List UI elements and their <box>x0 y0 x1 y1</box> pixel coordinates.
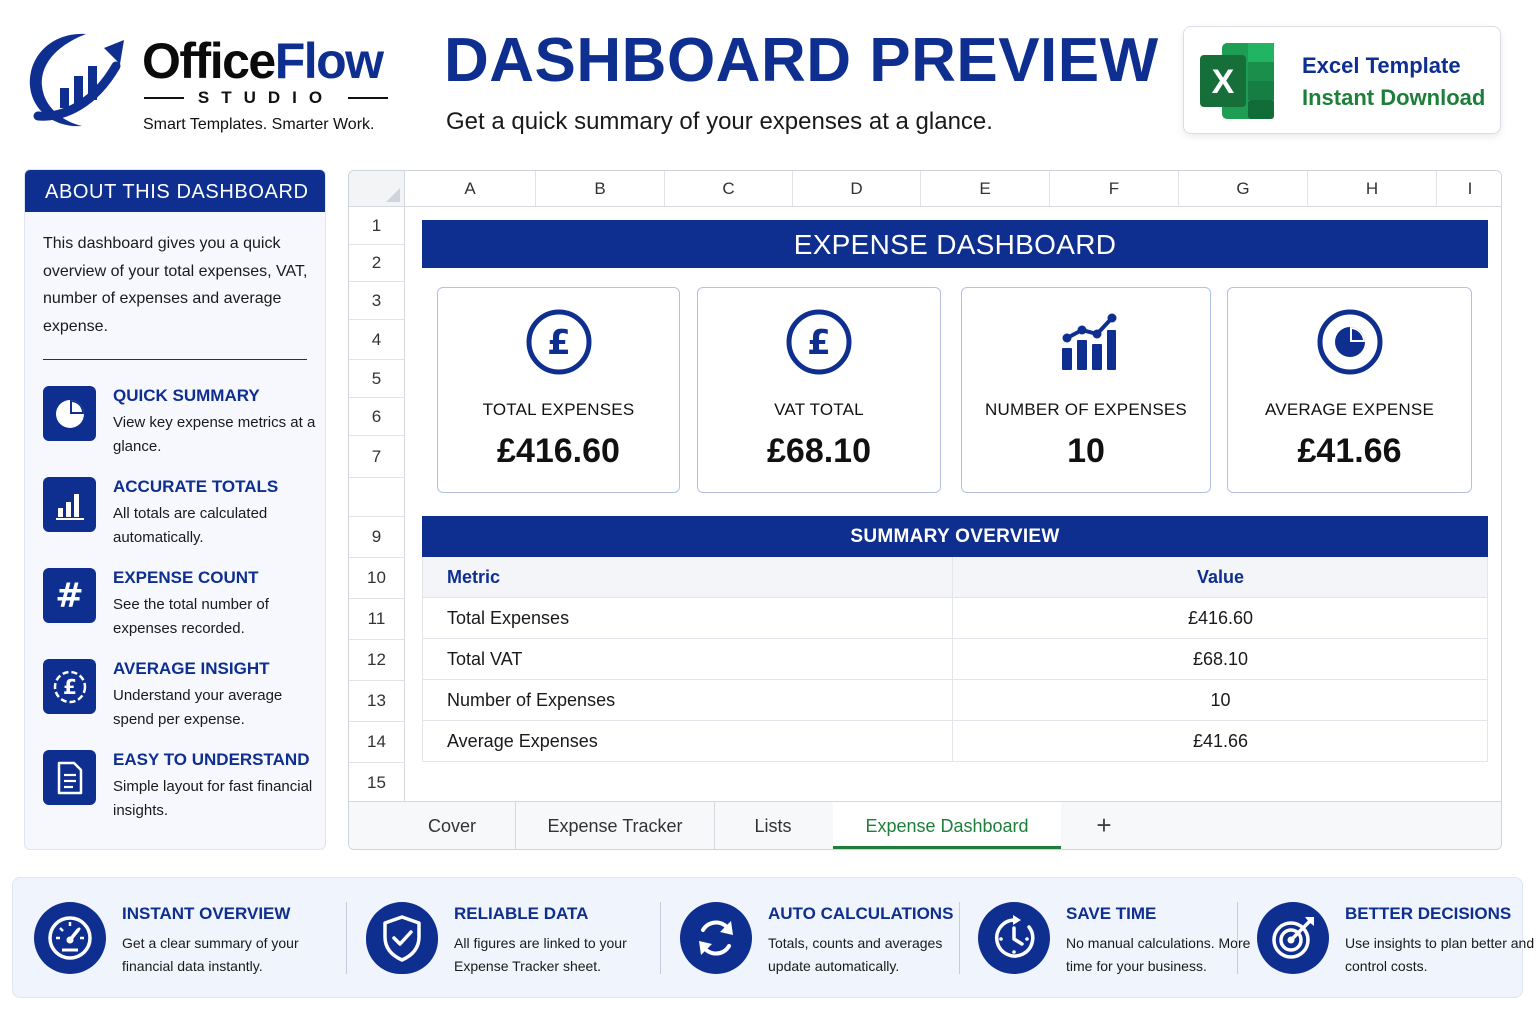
svg-text:X: X <box>1212 63 1235 101</box>
speedometer-icon <box>34 902 106 974</box>
row-header-2[interactable]: 2 <box>349 245 405 282</box>
feature-quick-summary: QUICK SUMMARY View key expense metrics a… <box>43 386 318 466</box>
template-card[interactable]: X Excel Template Instant Download <box>1183 26 1501 134</box>
about-panel: ABOUT THIS DASHBOARD This dashboard give… <box>24 169 326 850</box>
row-header-15[interactable]: 15 <box>349 763 405 803</box>
shield-check-icon <box>366 902 438 974</box>
brand-logo: OfficeFlow STUDIO Smart Templates. Smart… <box>24 26 404 141</box>
page-subtitle: Get a quick summary of your expenses at … <box>446 108 993 135</box>
divider <box>1237 902 1238 974</box>
benefit-save-time: SAVE TIME No manual calculations. More t… <box>978 902 1268 976</box>
row-header-7[interactable]: 7 <box>349 436 405 478</box>
row-header-12[interactable]: 12 <box>349 640 405 681</box>
pound-circle-icon: £ <box>526 309 591 375</box>
table-row[interactable]: Total Expenses £416.60 <box>422 598 1488 639</box>
column-header-g[interactable]: G <box>1179 171 1308 207</box>
benefit-instant-overview: INSTANT OVERVIEW Get a clear summary of … <box>34 902 334 976</box>
feature-easy-to-understand: EASY TO UNDERSTAND Simple layout for fas… <box>43 750 318 830</box>
divider <box>959 902 960 974</box>
kpi-number-of-expenses: NUMBER OF EXPENSES 10 <box>961 287 1211 493</box>
column-header-b[interactable]: B <box>536 171 665 207</box>
column-header-a[interactable]: A <box>405 171 536 207</box>
divider <box>346 902 347 974</box>
table-row[interactable]: Total VAT £68.10 <box>422 639 1488 680</box>
tab-expense-tracker[interactable]: Expense Tracker <box>516 802 715 849</box>
row-header-6[interactable]: 6 <box>349 398 405 436</box>
template-type: Excel Template <box>1302 53 1461 78</box>
target-icon <box>1257 902 1329 974</box>
divider <box>43 359 307 360</box>
table-row[interactable]: Average Expenses £41.66 <box>422 721 1488 762</box>
growth-chart-icon <box>1062 313 1117 370</box>
row-header-3[interactable]: 3 <box>349 282 405 320</box>
column-header-i[interactable]: I <box>1437 171 1501 207</box>
spreadsheet-window: A B C D E F G H I 1 2 3 4 5 6 7 9 10 11 … <box>348 170 1502 850</box>
bar-chart-icon <box>43 477 96 532</box>
tab-lists[interactable]: Lists <box>715 802 831 849</box>
sheet-tab-bar: Cover Expense Tracker Lists Expense Dash… <box>349 801 1501 849</box>
column-header-d[interactable]: D <box>793 171 921 207</box>
benefit-auto-calculations: AUTO CALCULATIONS Totals, counts and ave… <box>680 902 970 976</box>
pie-chart-icon <box>43 386 96 441</box>
row-header-8[interactable] <box>349 478 405 517</box>
pound-circle-icon: £ <box>786 309 852 375</box>
pie-circle-icon <box>1317 309 1382 375</box>
page-title: DASHBOARD PREVIEW <box>444 26 1159 95</box>
column-header-c[interactable]: C <box>665 171 793 207</box>
row-header-9[interactable]: 9 <box>349 517 405 558</box>
instant-download-label: Instant Download <box>1302 85 1486 110</box>
kpi-average-expense: AVERAGE EXPENSE £41.66 <box>1227 287 1472 493</box>
pound-coin-icon: £ <box>43 659 96 714</box>
column-header-e[interactable]: E <box>921 171 1050 207</box>
brand-studio: STUDIO <box>144 88 389 108</box>
benefit-reliable-data: RELIABLE DATA All figures are linked to … <box>366 902 666 976</box>
summary-banner: SUMMARY OVERVIEW <box>422 516 1488 557</box>
benefit-better-decisions: BETTER DECISIONS Use insights to plan be… <box>1257 902 1534 976</box>
about-intro: This dashboard gives you a quick overvie… <box>43 235 308 335</box>
feature-expense-count: # EXPENSE COUNT See the total number of … <box>43 568 318 648</box>
divider <box>660 902 661 974</box>
row-header-11[interactable]: 11 <box>349 599 405 640</box>
row-header-14[interactable]: 14 <box>349 722 405 763</box>
logo-swoosh-icon <box>29 33 124 127</box>
select-all-corner[interactable] <box>349 171 405 207</box>
hash-icon: # <box>43 568 96 623</box>
row-header-13[interactable]: 13 <box>349 681 405 722</box>
table-row[interactable]: Number of Expenses 10 <box>422 680 1488 721</box>
feature-average-insight: £ AVERAGE INSIGHT Understand your averag… <box>43 659 318 739</box>
add-sheet-button[interactable]: + <box>1089 802 1119 849</box>
about-heading: ABOUT THIS DASHBOARD <box>25 170 325 212</box>
excel-icon: X <box>1200 43 1274 119</box>
svg-text:£: £ <box>807 323 831 363</box>
row-header-5[interactable]: 5 <box>349 360 405 398</box>
brand-name: OfficeFlow <box>142 33 384 89</box>
svg-text:£: £ <box>547 323 571 363</box>
benefits-bar: INSTANT OVERVIEW Get a clear summary of … <box>12 877 1534 998</box>
brand-tagline: Smart Templates. Smarter Work. <box>143 116 375 133</box>
clock-icon <box>978 902 1050 974</box>
refresh-icon <box>680 902 752 974</box>
tab-expense-dashboard[interactable]: Expense Dashboard <box>833 802 1061 849</box>
dashboard-banner: EXPENSE DASHBOARD <box>422 220 1488 268</box>
row-header-1[interactable]: 1 <box>349 207 405 245</box>
row-header-4[interactable]: 4 <box>349 320 405 360</box>
svg-text:£: £ <box>63 675 77 699</box>
kpi-total-expenses: £ TOTAL EXPENSES £416.60 <box>437 287 680 493</box>
kpi-vat-total: £ VAT TOTAL £68.10 <box>697 287 941 493</box>
row-header-10[interactable]: 10 <box>349 558 405 599</box>
tab-cover[interactable]: Cover <box>389 802 516 849</box>
summary-header-row: Metric Value <box>422 557 1488 598</box>
column-header-h[interactable]: H <box>1308 171 1437 207</box>
feature-accurate-totals: ACCURATE TOTALS All totals are calculate… <box>43 477 318 557</box>
document-icon <box>43 750 96 805</box>
column-header-f[interactable]: F <box>1050 171 1179 207</box>
